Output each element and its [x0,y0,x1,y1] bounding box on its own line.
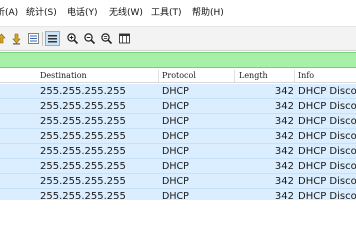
packet-length: 342 [274,161,294,172]
menu-bar: 析(A) 统计(S) 电话(Y) 无线(W) 工具(T) 帮助(H) [0,0,356,27]
display-filter-input[interactable] [0,53,356,67]
packet-destination: 255.255.255.255 [40,86,126,97]
go-down-icon[interactable] [9,31,24,46]
packet-row[interactable]: 255.255.255.255 DHCP 342 DHCP Disco [0,159,356,174]
packet-info: DHCP Disco [298,176,356,187]
packet-destination: 255.255.255.255 [40,116,126,127]
packet-protocol: DHCP [162,131,189,142]
packet-list: 255.255.255.255 DHCP 342 DHCP Disco 255.… [0,84,356,200]
packet-row[interactable]: 255.255.255.255 DHCP 342 DHCP Disco [0,114,356,129]
packet-length: 342 [274,131,294,142]
menu-tools[interactable]: 工具(T) [151,0,182,26]
menu-wireless[interactable]: 无线(W) [109,0,143,26]
packet-destination: 255.255.255.255 [40,101,126,112]
zoom-reset-icon[interactable] [99,31,114,46]
packet-length: 342 [274,116,294,127]
packet-info: DHCP Disco [298,101,356,112]
menu-help[interactable]: 帮助(H) [192,0,224,26]
packet-length: 342 [274,191,294,200]
menu-telephony[interactable]: 电话(Y) [67,0,98,26]
packet-length: 342 [274,146,294,157]
main-toolbar [0,27,356,51]
packet-length: 342 [274,101,294,112]
packet-protocol: DHCP [162,146,189,157]
packet-destination: 255.255.255.255 [40,146,126,157]
column-header-destination[interactable]: Destination [40,69,87,83]
toolbar-separator [42,32,43,46]
packet-info: DHCP Disco [298,146,356,157]
packet-info: DHCP Disco [298,191,356,200]
packet-list-header: Destination Protocol Length Info [0,69,356,83]
packet-protocol: DHCP [162,116,189,127]
packet-row[interactable]: 255.255.255.255 DHCP 342 DHCP Disco [0,99,356,114]
packet-info: DHCP Disco [298,131,356,142]
packet-row[interactable]: 255.255.255.255 DHCP 342 DHCP Disco [0,144,356,159]
column-divider[interactable] [158,70,159,82]
colorize-icon[interactable] [45,31,60,46]
column-divider[interactable] [294,70,295,82]
column-header-protocol[interactable]: Protocol [162,69,196,83]
packet-row[interactable]: 255.255.255.255 DHCP 342 DHCP Disco [0,84,356,99]
packet-destination: 255.255.255.255 [40,176,126,187]
menu-statistics[interactable]: 统计(S) [26,0,57,26]
packet-length: 342 [274,86,294,97]
packet-destination: 255.255.255.255 [40,131,126,142]
go-up-icon[interactable] [0,31,9,46]
menu-capture[interactable]: 析(A) [0,0,18,26]
packet-row[interactable]: 255.255.255.255 DHCP 342 DHCP Disco [0,189,356,200]
packet-protocol: DHCP [162,176,189,187]
resize-columns-icon[interactable] [117,31,132,46]
packet-row[interactable]: 255.255.255.255 DHCP 342 DHCP Disco [0,174,356,189]
display-filter-bar [0,52,356,68]
packet-info: DHCP Disco [298,116,356,127]
autoscroll-icon[interactable] [26,31,41,46]
packet-info: DHCP Disco [298,161,356,172]
packet-info: DHCP Disco [298,86,356,97]
column-divider[interactable] [234,70,235,82]
zoom-out-icon[interactable] [82,31,97,46]
zoom-in-icon[interactable] [65,31,80,46]
packet-protocol: DHCP [162,101,189,112]
column-header-length[interactable]: Length [239,69,268,83]
packet-destination: 255.255.255.255 [40,191,126,200]
column-header-info[interactable]: Info [298,69,314,83]
packet-protocol: DHCP [162,161,189,172]
packet-row[interactable]: 255.255.255.255 DHCP 342 DHCP Disco [0,129,356,144]
packet-destination: 255.255.255.255 [40,161,126,172]
packet-length: 342 [274,176,294,187]
packet-protocol: DHCP [162,191,189,200]
packet-protocol: DHCP [162,86,189,97]
